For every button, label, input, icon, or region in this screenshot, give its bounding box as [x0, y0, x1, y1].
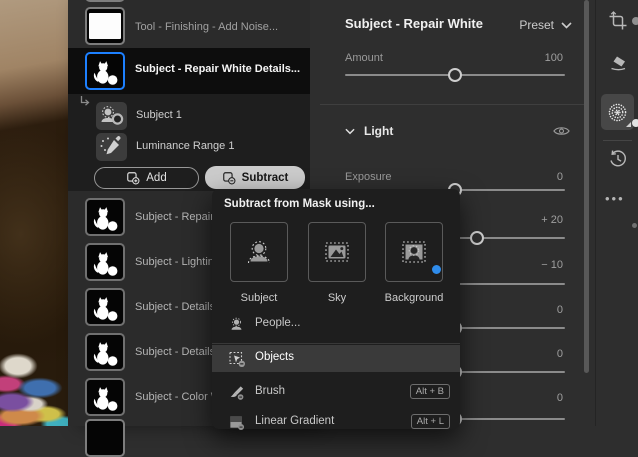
slider-value: 0: [557, 392, 563, 404]
toolbar-divider: [603, 140, 632, 141]
mask-item-label: Tool - Finishing - Add Noise...: [135, 21, 278, 33]
mask-item-selected[interactable]: Subject - Repair White Details...: [68, 48, 310, 94]
panel-scrollbar[interactable]: [584, 0, 589, 373]
more-options-button[interactable]: •••: [605, 191, 625, 206]
luminance-component-icon: [96, 133, 127, 161]
component-label: Subject 1: [136, 109, 182, 121]
selected-mask-group: Subject - Repair White Details... Subjec…: [68, 48, 310, 191]
menu-divider: [212, 343, 460, 344]
slider-value: 0: [557, 304, 563, 316]
shortcut-badge: Alt + L: [411, 414, 450, 429]
eraser-icon[interactable]: [608, 53, 628, 73]
section-divider: [320, 104, 585, 105]
exposure-label: Exposure: [345, 171, 391, 183]
subtract-subject-tile[interactable]: [230, 222, 288, 282]
menu-item-brush[interactable]: Brush Alt + B: [212, 379, 460, 405]
background-select-icon: [398, 236, 430, 268]
preset-label: Preset: [519, 18, 554, 32]
brush-icon: [228, 384, 245, 401]
mask-item-label: Subject - Color W: [135, 391, 221, 403]
menu-item-people[interactable]: People...: [212, 311, 460, 339]
amount-label: Amount: [345, 52, 383, 64]
tile-label: Background: [379, 292, 449, 304]
tool-strip: •••: [595, 0, 638, 426]
light-section-header[interactable]: Light: [345, 124, 393, 138]
mask-thumbnail: [85, 243, 125, 281]
mask-thumbnail-selected: [85, 52, 125, 90]
shortcut-badge: Alt + B: [410, 384, 450, 399]
slider-value: 0: [557, 348, 563, 360]
slider-value: − 10: [541, 259, 563, 271]
edit-panel-title: Subject - Repair White: [345, 16, 483, 31]
exposure-value: 0: [557, 171, 563, 183]
panel-indicator-dot: [632, 223, 637, 228]
tile-label: Subject: [224, 292, 294, 304]
component-label: Luminance Range 1: [136, 140, 234, 152]
selected-mask-label: Subject - Repair White Details...: [135, 63, 300, 75]
subject-component-icon: [96, 102, 127, 130]
history-icon[interactable]: [608, 149, 628, 169]
menu-item-linear-gradient[interactable]: Linear Gradient Alt + L: [212, 409, 460, 435]
mask-item-label: Subject - Details: [135, 301, 215, 313]
mask-item-label: Subject - Repair: [135, 211, 214, 223]
mask-thumbnail-partial-top: [85, 0, 125, 2]
subject-select-icon: [243, 236, 275, 268]
mask-thumbnail: [85, 288, 125, 326]
people-icon: [228, 316, 245, 333]
mask-item-label: Subject - Lightin: [135, 256, 214, 268]
amount-slider-knob[interactable]: [448, 68, 462, 82]
subtract-mask-button[interactable]: Subtract: [205, 166, 305, 189]
sky-select-icon: [321, 236, 353, 268]
add-button-label: Add: [146, 172, 166, 184]
active-indicator-dot: [432, 265, 441, 274]
eye-icon[interactable]: [553, 125, 570, 137]
preset-dropdown[interactable]: Preset: [519, 18, 572, 32]
mask-thumbnail-white: [85, 7, 125, 45]
linear-gradient-icon: [228, 414, 245, 431]
menu-item-label: Objects: [255, 351, 294, 363]
masking-tool-button-active[interactable]: [601, 94, 634, 130]
mask-item-label: Subject - Details: [135, 346, 215, 358]
slider-value: + 20: [541, 214, 563, 226]
photo-canvas[interactable]: [0, 0, 68, 426]
menu-item-label: People...: [255, 317, 300, 329]
amount-value: 100: [545, 52, 563, 64]
subtract-button-label: Subtract: [242, 172, 289, 184]
menu-title: Subtract from Mask using...: [224, 198, 375, 210]
mask-thumbnail-partial-bottom: [85, 419, 125, 457]
flyout-corner-marker: [626, 122, 631, 127]
add-mask-icon: [126, 171, 140, 185]
crop-rotate-icon[interactable]: [608, 11, 628, 31]
objects-icon: [228, 350, 246, 368]
mask-thumbnail: [85, 198, 125, 236]
branch-arrow-icon: [79, 96, 91, 108]
subtract-from-mask-menu: Subtract from Mask using... Subject Sky …: [212, 189, 460, 429]
subtract-sky-tile[interactable]: [308, 222, 366, 282]
chevron-down-icon: [561, 22, 572, 29]
mask-thumbnail: [85, 378, 125, 416]
chevron-down-icon: [345, 128, 355, 135]
subtract-mask-icon: [222, 171, 236, 185]
panel-indicator-dot: [632, 17, 638, 25]
mask-thumbnail: [85, 333, 125, 371]
add-mask-button[interactable]: Add: [94, 167, 199, 189]
menu-item-label: Linear Gradient: [255, 415, 334, 427]
slider-knob[interactable]: [470, 231, 484, 245]
panel-indicator-dot: [632, 119, 638, 127]
light-section-title: Light: [364, 124, 393, 138]
menu-item-objects[interactable]: Objects: [212, 345, 460, 372]
tile-label: Sky: [302, 292, 372, 304]
menu-item-label: Brush: [255, 385, 285, 397]
masking-icon: [608, 103, 627, 122]
